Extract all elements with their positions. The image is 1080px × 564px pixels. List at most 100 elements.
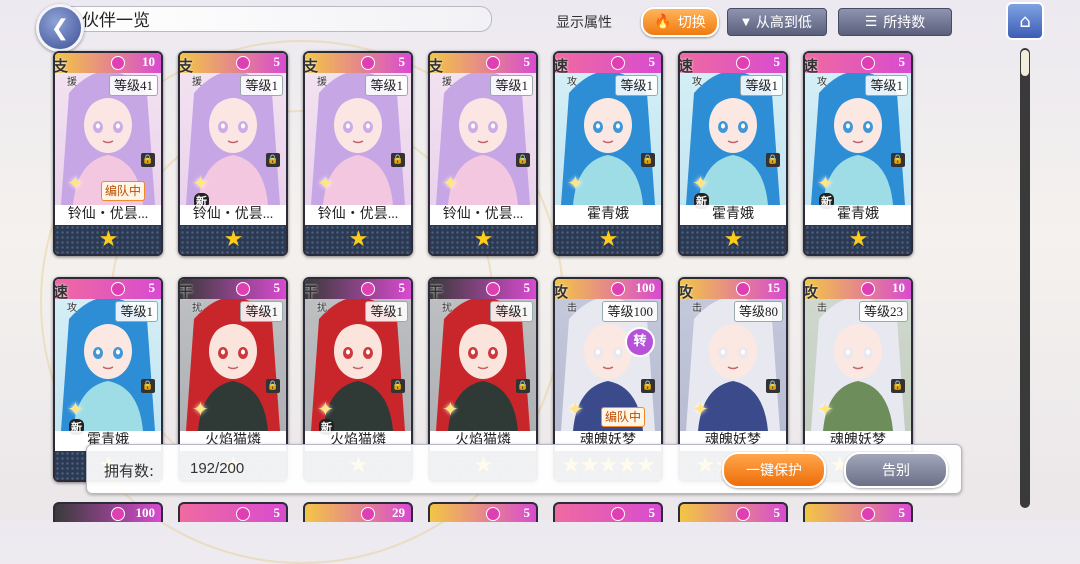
- home-button[interactable]: ⌂: [1006, 2, 1044, 40]
- card-top-strip: [55, 279, 161, 299]
- list-icon: ☰: [864, 14, 878, 30]
- level-label: 等级100: [602, 301, 658, 322]
- rotate-badge: 转: [625, 327, 655, 357]
- partner-card[interactable]: 5: [553, 502, 663, 522]
- role-badge: 速: [553, 59, 569, 75]
- back-button[interactable]: ❮: [36, 4, 84, 52]
- level-label: 等级41: [108, 75, 158, 96]
- card-top-strip: [680, 53, 786, 73]
- partner-card[interactable]: 5: [803, 502, 913, 522]
- role-badge: 攻: [553, 285, 569, 301]
- sparkle-icon: ✦: [817, 397, 834, 421]
- partner-card[interactable]: 5: [178, 502, 288, 522]
- rarity-stars: ★: [180, 225, 286, 254]
- hold-count: 5: [273, 505, 281, 520]
- lock-icon: 🔒: [766, 153, 780, 167]
- gem-icon: [861, 56, 875, 70]
- owned-count-label: 拥有数:: [104, 462, 155, 480]
- hold-count: 5: [148, 280, 156, 295]
- level-label: 等级80: [733, 301, 783, 322]
- role-badge-sub: 击: [567, 303, 577, 314]
- gem-icon: [611, 282, 625, 296]
- role-badge: 干: [178, 285, 194, 301]
- card-top-strip: [555, 53, 661, 73]
- role-badge-sub: 援: [192, 77, 202, 88]
- gem-icon: [736, 56, 750, 70]
- card-top-strip: [430, 279, 536, 299]
- hold-count: 5: [523, 54, 531, 69]
- partner-card[interactable]: 10 支援 等级41 🔒 ✦ 编队中 铃仙・优昙... ★: [53, 51, 163, 256]
- character-name: 霍青娥: [680, 205, 786, 225]
- role-badge-sub: 攻: [817, 77, 827, 88]
- gem-icon: [611, 507, 625, 521]
- sort-key-label: 所持数: [883, 15, 926, 31]
- level-label: 等级1: [865, 75, 908, 96]
- gem-icon: [861, 282, 875, 296]
- rarity-stars: ★: [55, 225, 161, 254]
- card-top-strip: [180, 53, 286, 73]
- partner-card[interactable]: 5 支援等级1 🔒 ✦ 新铃仙・优昙... ★: [178, 51, 288, 256]
- partner-card[interactable]: 5 支援 等级1 🔒 ✦ 铃仙・优昙... ★: [428, 51, 538, 256]
- farewell-button[interactable]: 告别: [844, 452, 948, 488]
- partner-card[interactable]: 29: [303, 502, 413, 522]
- level-label: 等级1: [490, 75, 533, 96]
- sort-order-button[interactable]: ▼ 从高到低: [727, 8, 827, 36]
- partner-card[interactable]: 5速攻等级1🔒✦新霍青娥★: [803, 51, 913, 256]
- back-arrow-icon: ❮: [50, 15, 70, 41]
- sparkle-icon: ✦: [692, 171, 709, 195]
- partner-card[interactable]: 5: [428, 502, 538, 522]
- rarity-stars: ★: [805, 225, 911, 254]
- role-badge-sub: 援: [317, 77, 327, 88]
- gem-icon: [111, 282, 125, 296]
- lock-icon: 🔒: [891, 153, 905, 167]
- lock-icon: 🔒: [891, 379, 905, 393]
- in-formation-badge: 编队中: [101, 181, 146, 201]
- sparkle-icon: ✦: [192, 171, 209, 195]
- partner-card[interactable]: 100: [53, 502, 163, 522]
- hold-count: 5: [273, 54, 281, 69]
- hold-count: 29: [392, 505, 405, 520]
- hold-count: 5: [773, 505, 781, 520]
- hold-count: 5: [648, 54, 656, 69]
- one-click-protect-button[interactable]: 一键保护: [722, 452, 826, 488]
- sparkle-icon: ✦: [817, 171, 834, 195]
- hold-count: 5: [398, 54, 406, 69]
- gem-icon: [361, 282, 375, 296]
- level-label: 等级1: [490, 301, 533, 322]
- partner-card[interactable]: 5 速攻 等级1 🔒 ✦ 霍青娥 ★: [553, 51, 663, 256]
- role-badge-sub: 援: [67, 77, 77, 88]
- gem-icon: [736, 282, 750, 296]
- sparkle-icon: ✦: [317, 171, 334, 195]
- sparkle-icon: ✦: [442, 397, 459, 421]
- sparkle-icon: ✦: [442, 171, 459, 195]
- gem-icon: [361, 507, 375, 521]
- gem-icon: [611, 56, 625, 70]
- sort-key-button[interactable]: ☰ 所持数: [838, 8, 952, 36]
- gem-icon: [111, 56, 125, 70]
- partner-card[interactable]: 5: [678, 502, 788, 522]
- sparkle-icon: ✦: [192, 397, 209, 421]
- in-formation-badge: 编队中: [601, 407, 646, 427]
- scrollbar[interactable]: [1020, 48, 1030, 508]
- role-badge-sub: 援: [442, 77, 452, 88]
- hold-count: 100: [135, 505, 156, 520]
- rarity-stars: ★: [430, 225, 536, 254]
- switch-label: 切换: [677, 15, 706, 31]
- partner-card[interactable]: 5 支援 等级1 🔒 ✦ 铃仙・优昙... ★: [303, 51, 413, 256]
- character-name: 霍青娥: [555, 205, 661, 225]
- character-name: 铃仙・优昙...: [55, 205, 161, 225]
- role-badge-sub: 扰: [317, 303, 327, 314]
- lock-icon: 🔒: [641, 379, 655, 393]
- page-title: 伙伴一览: [82, 11, 150, 31]
- switch-button[interactable]: 🔥 切换: [641, 7, 719, 37]
- card-top-strip: [805, 53, 911, 73]
- scrollbar-thumb[interactable]: [1021, 50, 1029, 76]
- lock-icon: 🔒: [516, 153, 530, 167]
- sort-caret-icon: ▼: [742, 16, 750, 28]
- hold-count: 15: [767, 280, 780, 295]
- partner-card[interactable]: 5速攻等级1🔒✦新霍青娥★: [678, 51, 788, 256]
- sort-order-label: 从高到低: [755, 15, 812, 31]
- level-label: 等级1: [615, 75, 658, 96]
- lock-icon: 🔒: [766, 379, 780, 393]
- sparkle-icon: ✦: [317, 397, 334, 421]
